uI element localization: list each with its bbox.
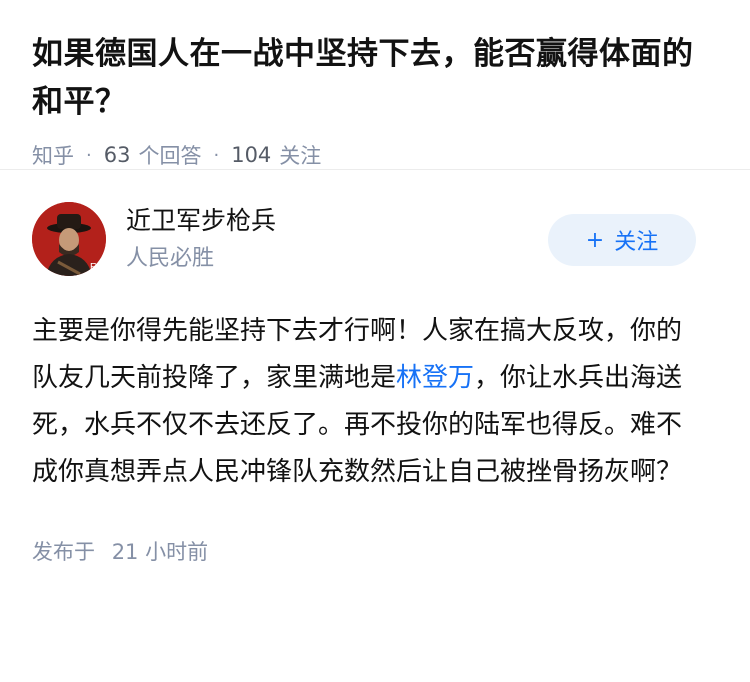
follower-count: 104 [231, 143, 272, 167]
keyword-link[interactable]: 林登万 [396, 363, 474, 393]
question-meta: 知乎 · 63 个回答 · 104 关注 [32, 140, 718, 170]
author-info: 近卫军步枪兵 人民必胜 [126, 203, 276, 275]
follow-button[interactable]: + 关注 [548, 214, 696, 266]
separator-dot: · [213, 144, 220, 166]
publish-time-value: 21 小时前 [111, 540, 209, 564]
publish-time: 发布于 21 小时前 [32, 536, 718, 566]
answer-count: 63 [103, 143, 131, 167]
separator-dot: · [86, 144, 92, 166]
svg-text:R: R [90, 262, 97, 273]
answer-count-label[interactable]: 个回答 [138, 140, 201, 170]
follower-count-label[interactable]: 关注 [279, 140, 321, 170]
source-label[interactable]: 知乎 [32, 140, 74, 170]
avatar[interactable]: R [32, 202, 106, 276]
publish-prefix: 发布于 [32, 540, 95, 564]
author-row: R 近卫军步枪兵 人民必胜 + 关注 [32, 200, 718, 278]
question-title[interactable]: 如果德国人在一战中坚持下去，能否赢得体面的和平？ [32, 30, 718, 126]
author-name[interactable]: 近卫军步枪兵 [126, 203, 276, 239]
answer-content: 主要是你得先能坚持下去才行啊！人家在搞大反攻，你的队友几天前投降了，家里满地是林… [32, 308, 700, 496]
question-header: 如果德国人在一战中坚持下去，能否赢得体面的和平？ 知乎 · 63 个回答 · 1… [0, 0, 750, 170]
plus-icon: + [585, 227, 605, 253]
follow-label: 关注 [614, 230, 659, 255]
author-bio: 人民必胜 [126, 246, 215, 271]
answer-card: R 近卫军步枪兵 人民必胜 + 关注 主要是你得先能坚持下去才行啊！人家在搞大反… [0, 170, 750, 566]
